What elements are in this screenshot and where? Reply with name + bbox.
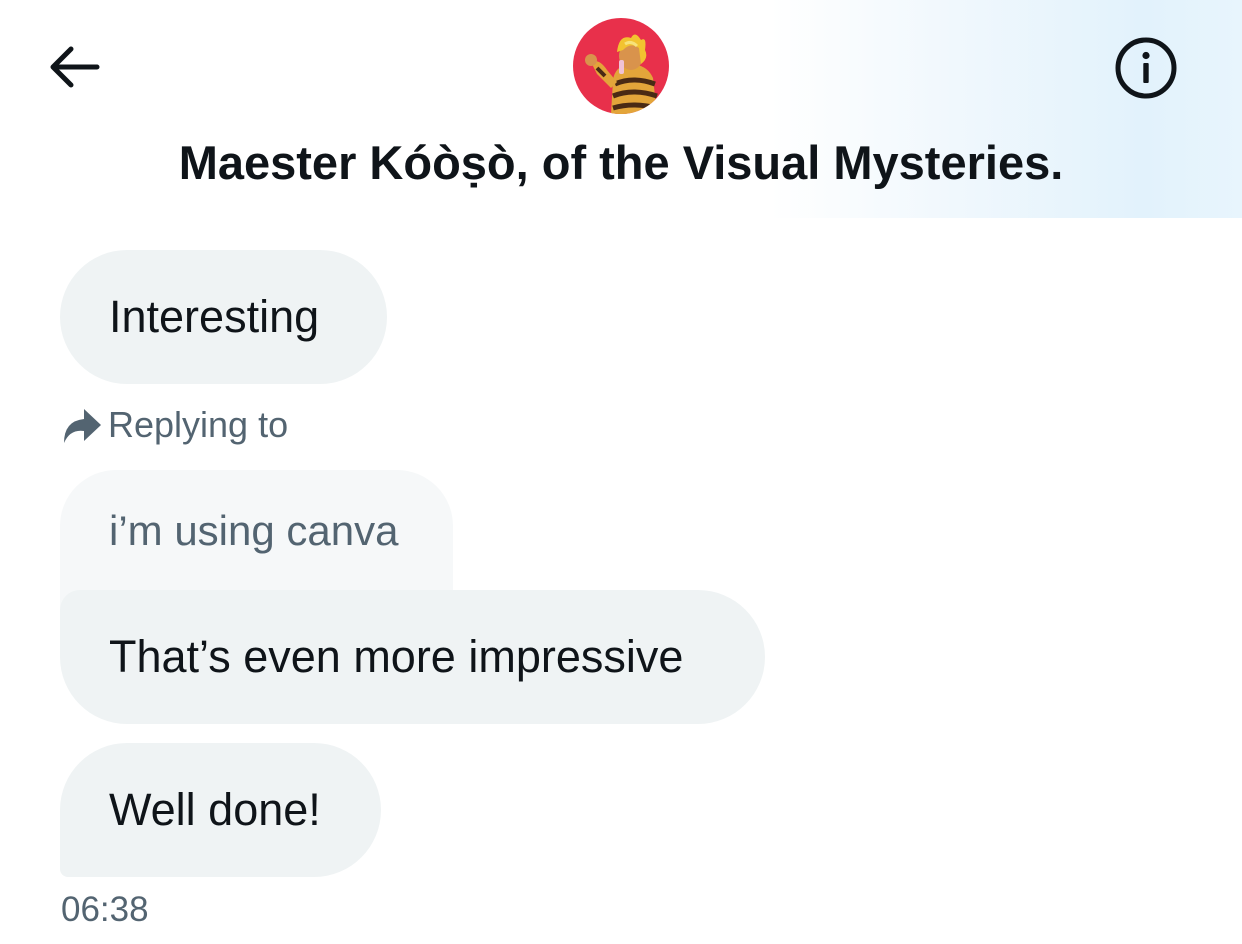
message-text: That’s even more impressive [109,631,684,682]
replying-to-label: Replying to [108,404,289,445]
conversation-header: Maester Kóòṣò, of the Visual Mysteries. [0,0,1242,218]
info-button[interactable] [1108,30,1184,106]
avatar-image [573,18,669,114]
info-circle-icon [1115,37,1177,99]
message-bubble[interactable]: Interesting [60,250,387,384]
message-timestamp: 06:38 [61,890,149,929]
avatar[interactable] [573,18,669,114]
replying-to-indicator: Replying to [60,402,288,448]
conversation-title: Maester Kóòṣò, of the Visual Mysteries. [178,136,1064,189]
message-text: Well done! [109,784,321,835]
back-button[interactable] [38,34,108,100]
quoted-message-text: i’m using canva [109,507,399,554]
message-text: Interesting [109,291,320,342]
arrow-left-icon [50,46,100,88]
message-bubble[interactable]: Well done! [60,743,381,877]
reply-arrow-icon [64,409,101,443]
message-bubble[interactable]: That’s even more impressive [60,590,765,724]
